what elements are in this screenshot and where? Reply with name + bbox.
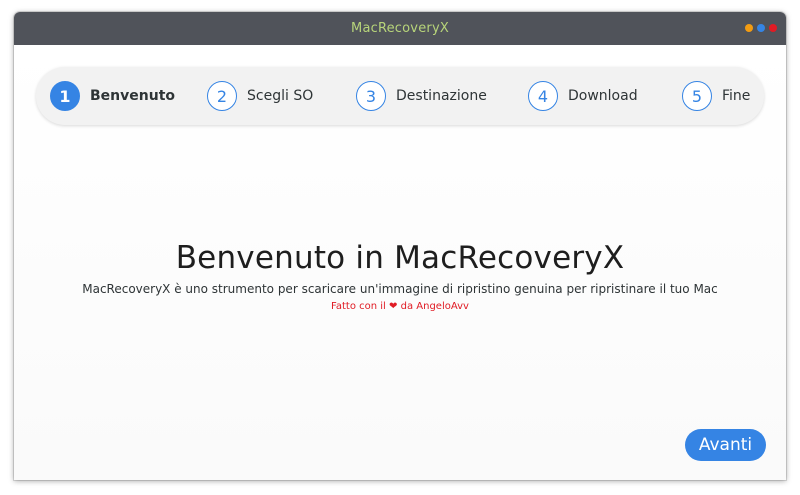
welcome-title: Benvenuto in MacRecoveryX	[175, 240, 625, 276]
step-label: Benvenuto	[90, 88, 175, 104]
maximize-button[interactable]	[757, 24, 765, 32]
step-number-badge: 5	[682, 81, 712, 111]
step-label: Scegli SO	[247, 88, 314, 104]
step-destination[interactable]: 3 Destinazione	[356, 81, 487, 111]
welcome-section: Benvenuto in MacRecoveryX MacRecoveryX è…	[14, 240, 786, 312]
app-window: MacRecoveryX 1 Benvenuto 2 Scegli SO 3 D…	[14, 12, 786, 480]
step-number-badge: 4	[528, 81, 558, 111]
next-button[interactable]: Avanti	[685, 429, 766, 461]
step-download[interactable]: 4 Download	[528, 81, 638, 111]
heart-icon: ❤	[389, 301, 398, 312]
credit-author: da AngeloAvv	[400, 301, 469, 312]
step-label: Destinazione	[396, 88, 487, 104]
step-label: Fine	[722, 88, 751, 104]
title-bar[interactable]: MacRecoveryX	[14, 12, 786, 45]
window-controls	[745, 24, 777, 32]
step-number-badge: 3	[356, 81, 386, 111]
close-button[interactable]	[769, 24, 777, 32]
credit-prefix: Fatto con il	[331, 301, 386, 312]
step-number-badge: 1	[50, 81, 80, 111]
step-finish[interactable]: 5 Fine	[682, 81, 750, 111]
step-welcome[interactable]: 1 Benvenuto	[50, 81, 175, 111]
step-choose-os[interactable]: 2 Scegli SO	[207, 81, 313, 111]
welcome-description: MacRecoveryX è uno strumento per scarica…	[82, 282, 718, 296]
minimize-button[interactable]	[745, 24, 753, 32]
credit-line: Fatto con il ❤ da AngeloAvv	[14, 301, 786, 312]
step-number-badge: 2	[207, 81, 237, 111]
wizard-stepper: 1 Benvenuto 2 Scegli SO 3 Destinazione 4…	[36, 67, 764, 125]
step-label: Download	[568, 88, 638, 104]
window-title: MacRecoveryX	[351, 21, 449, 36]
main-content: 1 Benvenuto 2 Scegli SO 3 Destinazione 4…	[14, 45, 786, 480]
